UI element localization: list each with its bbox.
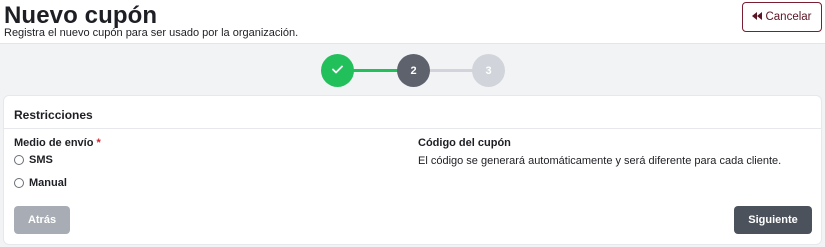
- cancel-label: Cancelar: [765, 11, 812, 23]
- step-connector-pending: [428, 69, 474, 72]
- check-icon: [332, 65, 343, 77]
- radio-button-manual[interactable]: [14, 178, 24, 188]
- cancel-button[interactable]: Cancelar: [742, 2, 822, 32]
- step-2-current: 2: [397, 54, 430, 87]
- step-3-pending: 3: [472, 54, 505, 87]
- radio-option-manual[interactable]: Manual: [14, 177, 67, 189]
- radio-label-manual: Manual: [29, 177, 67, 189]
- coupon-code-description: El código se generará automáticamente y …: [418, 155, 782, 167]
- section-title: Restricciones: [14, 108, 93, 122]
- radio-button-sms[interactable]: [14, 155, 24, 165]
- coupon-code-title: Código del cupón: [418, 137, 511, 149]
- page-header: Nuevo cupón Registra el nuevo cupón para…: [0, 0, 825, 44]
- next-button[interactable]: Siguiente: [734, 206, 812, 234]
- page-subtitle: Registra el nuevo cupón para ser usado p…: [4, 27, 299, 39]
- back-button[interactable]: Atrás: [14, 206, 70, 234]
- restrictions-card: Restricciones Medio de envío * SMS Manua…: [4, 96, 821, 244]
- required-mark: *: [96, 137, 101, 149]
- page-title: Nuevo cupón: [4, 2, 158, 29]
- step-connector-completed: [352, 69, 398, 72]
- double-chevron-left-icon: [752, 11, 763, 23]
- wizard-stepper: 2 3: [0, 52, 825, 88]
- step-1-completed: [321, 54, 354, 87]
- radio-option-sms[interactable]: SMS: [14, 154, 53, 166]
- radio-label-sms: SMS: [29, 154, 53, 166]
- delivery-method-label: Medio de envío *: [14, 137, 101, 149]
- section-divider: [4, 128, 821, 129]
